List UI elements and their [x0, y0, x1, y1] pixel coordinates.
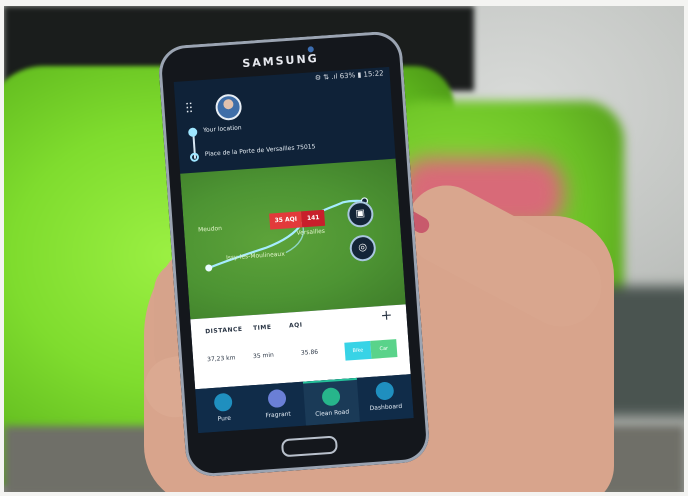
map-view[interactable]: Meudon Versailles Issy-les-Moulineaux 35… [180, 158, 406, 320]
home-button[interactable] [280, 435, 339, 458]
mode-toggle-left[interactable]: Bike [344, 340, 372, 361]
sliders-icon[interactable]: ⫶⫶ [185, 101, 193, 117]
tab-pure-label: Pure [217, 414, 232, 423]
tab-dashboard[interactable]: Dashboard [357, 374, 414, 422]
destination-field[interactable]: Place de la Porte de Versailles 75015 [205, 143, 316, 158]
destination-dot-icon [189, 152, 200, 163]
aqi-header: AQI [288, 321, 303, 330]
photo-scene: SAMSUNG ⚙ ⇅ .ıl 63% ▮ 15:22 ⫶⫶ Your loca… [4, 6, 684, 492]
add-button[interactable]: + [380, 307, 393, 324]
smartphone: SAMSUNG ⚙ ⇅ .ıl 63% ▮ 15:22 ⫶⫶ Your loca… [157, 30, 431, 478]
tab-pure[interactable]: Pure [195, 385, 252, 433]
aqi-value: 35 AQI [269, 211, 303, 230]
leaf-icon [213, 392, 233, 412]
avatar[interactable] [214, 93, 243, 122]
time-value: 35 min [252, 351, 275, 361]
aqi-tag: 141 [301, 209, 326, 228]
aqi-value-row: 35.86 [300, 348, 319, 357]
app-screen: ⚙ ⇅ .ıl 63% ▮ 15:22 ⫶⫶ Your location Pla… [173, 66, 414, 434]
distance-header: DISTANCE [204, 325, 243, 336]
mode-toggle[interactable]: Bike Car [344, 339, 398, 361]
tab-clean-road-label: Clean Road [314, 408, 350, 418]
mode-toggle-right[interactable]: Car [370, 339, 398, 359]
time-header: TIME [252, 323, 272, 333]
blossom-icon [267, 388, 287, 409]
route-start-icon [205, 264, 213, 272]
origin-dot-icon [187, 127, 198, 138]
tab-fragrant-label: Fragrant [265, 410, 292, 420]
origin-field[interactable]: Your location [203, 124, 242, 134]
distance-value: 37,23 km [206, 354, 236, 364]
status-bar: ⚙ ⇅ .ıl 63% ▮ 15:22 [314, 69, 384, 83]
tab-dashboard-label: Dashboard [369, 402, 403, 413]
road-icon [321, 387, 341, 407]
gauge-icon [375, 381, 395, 401]
tab-fragrant[interactable]: Fragrant [249, 382, 306, 430]
tab-clean-road[interactable]: Clean Road [302, 377, 360, 426]
